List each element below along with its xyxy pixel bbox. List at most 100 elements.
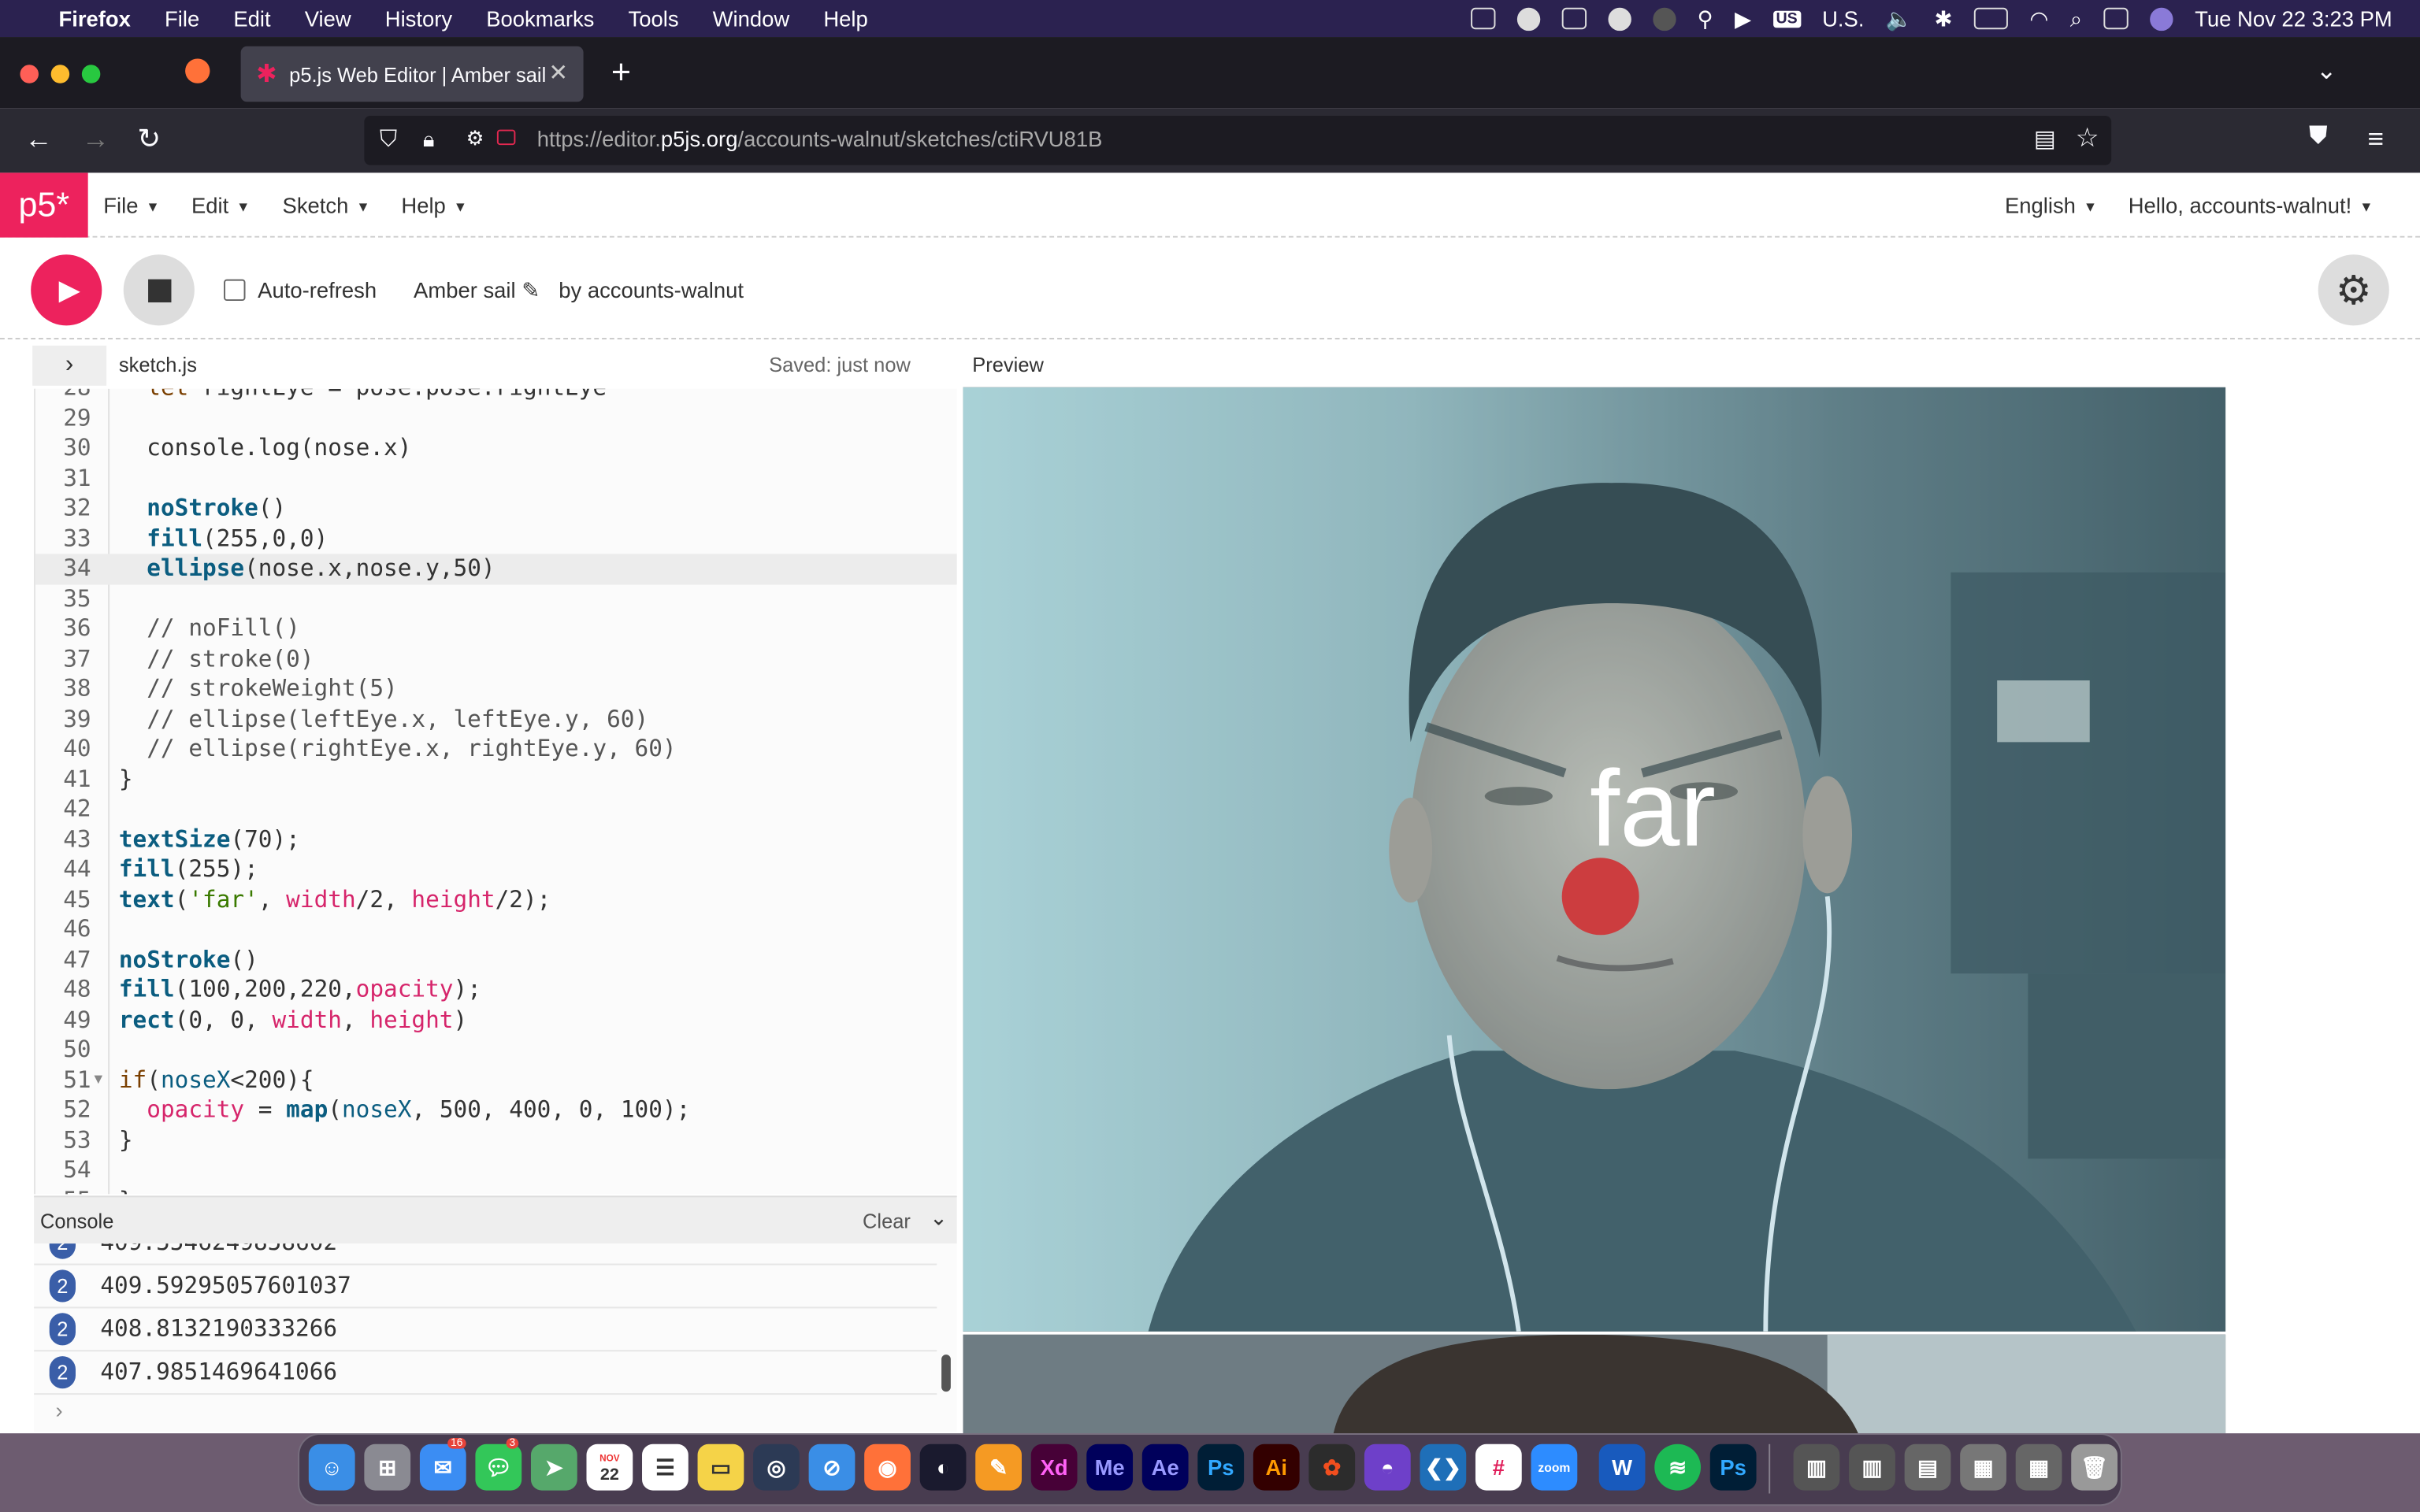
code-line[interactable]: 36 // noFill(): [35, 614, 957, 644]
settings-button[interactable]: ⚙: [2318, 254, 2389, 326]
stop-button[interactable]: [123, 254, 195, 326]
code-text[interactable]: noStroke(): [119, 494, 286, 524]
folder-stack-icon[interactable]: ▥: [1849, 1443, 1895, 1491]
code-line[interactable]: 48 fill(100,200,220,opacity);: [35, 975, 957, 1005]
battery-icon[interactable]: [1973, 7, 2008, 30]
mail-icon[interactable]: ✉: [419, 1443, 466, 1491]
pin-status-icon[interactable]: ⚲: [1697, 6, 1713, 32]
p5-logo[interactable]: p5*: [0, 172, 88, 238]
preview-canvas[interactable]: far: [963, 387, 2226, 1332]
zoom-icon[interactable]: zoom: [1531, 1443, 1578, 1491]
menu-help[interactable]: Help: [823, 6, 867, 31]
console-clear-button[interactable]: Clear: [863, 1210, 911, 1232]
code-text[interactable]: textSize(70);: [119, 825, 300, 854]
shield-icon[interactable]: ⛉: [380, 127, 397, 153]
folder-stack-icon[interactable]: ▤: [1904, 1443, 1951, 1491]
menu-tools[interactable]: Tools: [629, 6, 679, 31]
d-status-icon[interactable]: [1652, 6, 1676, 31]
code-line[interactable]: 37 // stroke(0): [35, 644, 957, 674]
permissions-icon[interactable]: ⚙: [466, 127, 484, 151]
code-line[interactable]: 54: [35, 1155, 957, 1185]
code-editor[interactable]: 28 let rightEye = pose.pose.rightEye2930…: [34, 388, 957, 1195]
code-line[interactable]: 39 // ellipse(leftEye.x, leftEye.y, 60): [35, 704, 957, 734]
code-text[interactable]: fill(100,200,220,opacity);: [119, 975, 481, 1005]
reload-icon[interactable]: ↻: [137, 124, 161, 156]
siri-icon[interactable]: [2150, 6, 2173, 31]
collapse-console-icon[interactable]: ⌄: [930, 1205, 948, 1231]
code-line[interactable]: 32 noStroke(): [35, 494, 957, 524]
p5-menu-edit[interactable]: Edit ▼: [191, 193, 251, 217]
fold-arrow-icon[interactable]: ▼: [95, 1065, 103, 1095]
new-tab-icon[interactable]: +: [611, 53, 631, 93]
menu-window[interactable]: Window: [713, 6, 790, 31]
code-line[interactable]: 51 ▼ if(noseX<200){: [35, 1065, 957, 1095]
code-line[interactable]: 40 // ellipse(rightEye.x, rightEye.y, 60…: [35, 735, 957, 765]
bookmark-star-icon[interactable]: ☆: [2076, 124, 2099, 154]
flag-us-icon[interactable]: US: [1772, 9, 1801, 28]
code-text[interactable]: console.log(nose.x): [119, 434, 411, 464]
code-line[interactable]: 46: [35, 915, 957, 945]
volume-icon[interactable]: 🔈: [1886, 6, 1913, 32]
code-text[interactable]: // ellipse(rightEye.x, rightEye.y, 60): [119, 735, 676, 765]
zoom-status-icon[interactable]: [1516, 6, 1540, 31]
github-icon[interactable]: ◓: [1364, 1443, 1411, 1491]
code-line[interactable]: 34 ellipse(nose.x,nose.y,50): [35, 554, 957, 584]
code-line[interactable]: 52 opacity = map(noseX, 500, 400, 0, 100…: [35, 1095, 957, 1125]
play-status-icon[interactable]: ▶: [1735, 6, 1751, 32]
pencil-icon[interactable]: ✎: [521, 278, 540, 302]
code-line[interactable]: 29: [35, 403, 957, 433]
code-line[interactable]: 55}: [35, 1186, 957, 1195]
figma-icon[interactable]: ✿: [1308, 1443, 1356, 1491]
code-line[interactable]: 53}: [35, 1125, 957, 1155]
menu-edit[interactable]: Edit: [233, 6, 270, 31]
adobe-xd-icon[interactable]: Xd: [1030, 1443, 1078, 1491]
code-line[interactable]: 31: [35, 464, 957, 494]
menu-bookmarks[interactable]: Bookmarks: [486, 6, 594, 31]
clock[interactable]: Tue Nov 22 3:23 PM: [2195, 6, 2392, 31]
folder-stack-icon[interactable]: ▦: [1960, 1443, 2006, 1491]
code-text[interactable]: let rightEye = pose.pose.rightEye: [119, 389, 607, 404]
calendar-icon[interactable]: NOV 22: [586, 1443, 633, 1491]
bluetooth-icon[interactable]: ✱: [1934, 6, 1952, 32]
firefox-view-icon[interactable]: [185, 58, 210, 83]
maps-icon[interactable]: ➤: [530, 1443, 577, 1491]
code-line[interactable]: 28 let rightEye = pose.pose.rightEye: [35, 389, 957, 404]
forward-icon[interactable]: →: [82, 124, 109, 156]
sync-status-icon[interactable]: [1607, 6, 1631, 31]
maximize-window-icon[interactable]: [81, 65, 101, 83]
code-text[interactable]: // noFill(): [119, 614, 300, 644]
p5-menu-sketch[interactable]: Sketch ▼: [283, 193, 370, 217]
back-icon[interactable]: ←: [24, 124, 52, 156]
code-line[interactable]: 47 noStroke(): [35, 945, 957, 975]
code-text[interactable]: ellipse(nose.x,nose.y,50): [119, 554, 495, 584]
code-text[interactable]: // ellipse(leftEye.x, leftEye.y, 60): [119, 704, 648, 734]
code-line[interactable]: 43 textSize(70);: [35, 825, 957, 854]
photoshop-icon[interactable]: Ps: [1197, 1443, 1245, 1491]
finder-icon[interactable]: ☺: [308, 1443, 355, 1491]
user-menu[interactable]: Hello, accounts-walnut! ▼: [2129, 193, 2374, 217]
code-text[interactable]: }: [119, 1186, 133, 1195]
console-prompt-icon[interactable]: ›: [56, 1398, 63, 1422]
menu-history[interactable]: History: [385, 6, 452, 31]
code-text[interactable]: noStroke(): [119, 945, 258, 975]
code-text[interactable]: rect(0, 0, width, height): [119, 1005, 467, 1035]
menu-file[interactable]: File: [165, 6, 199, 31]
code-text[interactable]: // strokeWeight(5): [119, 674, 398, 704]
control-center-icon[interactable]: [2103, 7, 2129, 30]
code-line[interactable]: 41}: [35, 765, 957, 795]
code-text[interactable]: }: [119, 1125, 133, 1155]
code-line[interactable]: 33 fill(255,0,0): [35, 524, 957, 554]
auto-refresh-label[interactable]: Auto-refresh: [258, 278, 377, 302]
p5-menu-file[interactable]: File ▼: [103, 193, 159, 217]
code-text[interactable]: // stroke(0): [119, 644, 314, 674]
photoshop-icon[interactable]: Ps: [1709, 1443, 1757, 1491]
p5-menu-help[interactable]: Help ▼: [401, 193, 467, 217]
tab-list-chevron-icon[interactable]: ⌄: [2316, 56, 2336, 87]
cinema4d-icon[interactable]: ◐: [919, 1443, 967, 1491]
code-text[interactable]: }: [119, 765, 133, 795]
code-text[interactable]: opacity = map(noseX, 500, 400, 0, 100);: [119, 1095, 690, 1125]
folder-stack-icon[interactable]: ▥: [1793, 1443, 1840, 1491]
spotify-icon[interactable]: ≋: [1654, 1443, 1702, 1491]
language-selector[interactable]: English ▼: [2005, 193, 2097, 217]
code-line[interactable]: 38 // strokeWeight(5): [35, 674, 957, 704]
